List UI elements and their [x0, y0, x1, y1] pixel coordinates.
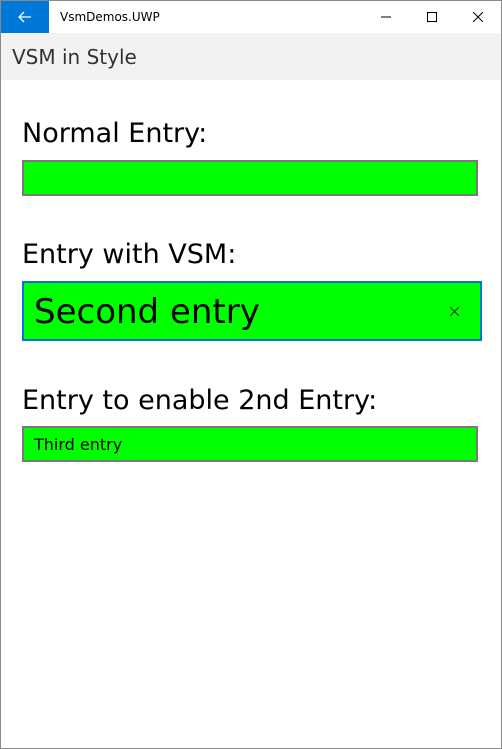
maximize-icon — [427, 12, 437, 22]
maximize-button[interactable] — [409, 1, 455, 33]
close-button[interactable] — [455, 1, 501, 33]
normal-entry-input[interactable] — [22, 160, 478, 196]
app-window: VsmDemos.UWP VSM in Style Normal Entry: … — [0, 0, 502, 749]
minimize-button[interactable] — [363, 1, 409, 33]
vsm-entry-label: Entry with VSM: — [22, 239, 237, 270]
back-button[interactable] — [1, 1, 49, 33]
app-title: VsmDemos.UWP — [60, 10, 160, 24]
vsm-entry-value: Second entry — [34, 292, 260, 332]
clear-x-icon — [449, 306, 459, 316]
enable-entry-value: Third entry — [34, 435, 123, 454]
normal-entry-label: Normal Entry: — [22, 118, 208, 149]
clear-text-button[interactable] — [446, 303, 462, 319]
minimize-icon — [381, 16, 391, 18]
close-icon — [473, 12, 483, 22]
enable-entry-label: Entry to enable 2nd Entry: — [22, 385, 378, 416]
enable-entry-input[interactable]: Third entry — [22, 426, 478, 462]
back-arrow-icon — [18, 11, 31, 23]
vsm-entry-input[interactable]: Second entry — [22, 281, 482, 341]
page-header: VSM in Style — [1, 33, 501, 80]
title-bar: VsmDemos.UWP — [1, 1, 501, 33]
page-title: VSM in Style — [12, 45, 137, 69]
